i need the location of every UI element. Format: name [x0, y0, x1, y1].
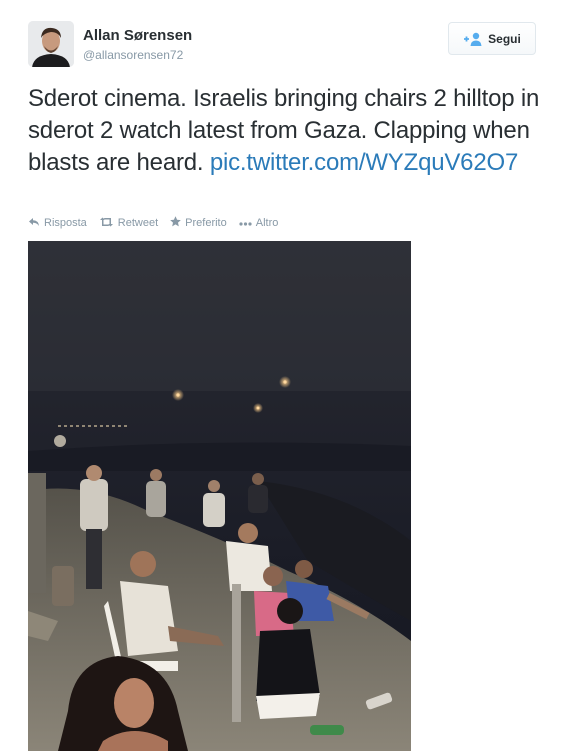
avatar[interactable]	[28, 21, 74, 67]
reply-button[interactable]: Risposta	[28, 217, 87, 230]
photo-image	[28, 241, 411, 751]
star-icon	[170, 216, 181, 230]
retweet-label: Retweet	[117, 217, 159, 229]
favorite-button[interactable]: Preferito	[170, 216, 227, 230]
tweet-photo[interactable]	[28, 241, 411, 751]
more-icon	[239, 217, 252, 229]
reply-icon	[28, 217, 40, 230]
user-handle[interactable]: @allansorensen72	[83, 48, 183, 62]
retweet-button[interactable]: Retweet	[99, 217, 158, 230]
reply-label: Risposta	[44, 217, 87, 229]
user-name[interactable]: Allan Sørensen	[83, 27, 192, 44]
tweet-media-link[interactable]: pic.twitter.com/WYZquV62O7	[210, 149, 518, 176]
tweet-text: Sderot cinema. Israelis bringing chairs …	[28, 83, 543, 179]
avatar-image	[28, 21, 74, 67]
more-label: Altro	[255, 217, 279, 229]
add-user-icon	[463, 32, 483, 46]
tweet-actions: Risposta Retweet Preferito Altro	[28, 216, 278, 230]
favorite-label: Preferito	[185, 217, 227, 229]
retweet-icon	[99, 217, 114, 230]
more-button[interactable]: Altro	[239, 217, 279, 229]
follow-button[interactable]: Segui	[448, 22, 536, 55]
follow-button-label: Segui	[488, 31, 521, 46]
